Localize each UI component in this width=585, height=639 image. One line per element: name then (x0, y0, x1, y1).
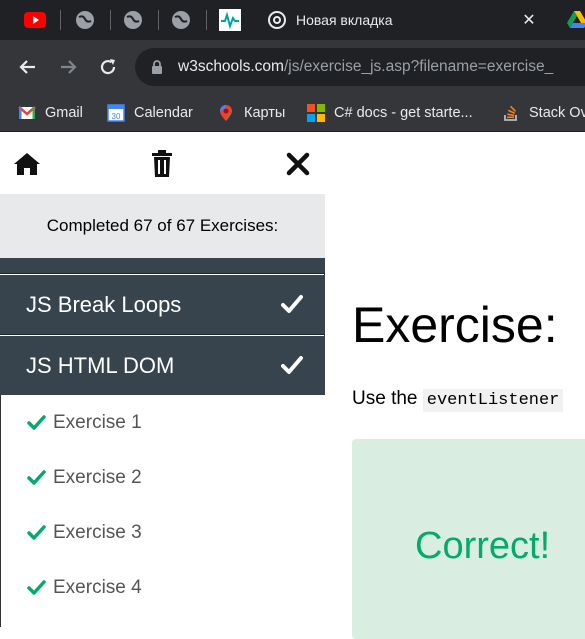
url-host: w3schools.com (178, 58, 284, 75)
tab-youtube[interactable] (20, 0, 50, 40)
section-js-html-dom[interactable]: JS HTML DOM (0, 336, 325, 396)
section-label: JS Break Loops (26, 291, 182, 317)
forward-button[interactable] (54, 53, 82, 81)
instruction-code: eventListener (422, 389, 564, 412)
gmail-icon (18, 106, 36, 119)
exercise-item-2[interactable]: Exercise 2 (1, 450, 324, 505)
exercise-label: Exercise 1 (53, 411, 142, 433)
bookmark-label: Gmail (45, 105, 83, 121)
back-button[interactable] (14, 53, 42, 81)
result-text: Correct! (415, 525, 551, 567)
youtube-icon (24, 12, 46, 28)
tab-title: Новая вкладка (296, 12, 393, 28)
arrow-right-icon (61, 60, 77, 74)
activity-icon (219, 9, 241, 31)
tab-globe-1[interactable] (70, 0, 100, 40)
close-button[interactable] (283, 149, 313, 179)
bookmark-calendar[interactable]: 30 Calendar (107, 94, 193, 132)
check-icon (281, 356, 303, 374)
tab-separator (110, 10, 111, 30)
home-button[interactable] (12, 149, 42, 179)
tab-drive[interactable] (562, 0, 585, 40)
sidebar-icon-bar (0, 132, 325, 194)
section-list-top (0, 258, 325, 274)
bookmark-stackoverflow[interactable]: Stack Ov (502, 94, 585, 132)
maps-icon (220, 105, 232, 121)
instruction-text: Use the (352, 388, 418, 409)
bookmark-csharp-docs[interactable]: C# docs - get starte... (307, 94, 473, 132)
bookmark-label: C# docs - get starte... (334, 105, 473, 121)
completed-text: Completed 67 of 67 Exercises: (46, 216, 279, 235)
tab-new-tab[interactable]: Новая вкладка ✕ (254, 0, 557, 40)
browser-toolbar: w3schools.com/js/exercise_js.asp?filenam… (0, 40, 585, 94)
completed-summary: Completed 67 of 67 Exercises: (0, 194, 325, 258)
bookmarks-bar: Gmail 30 Calendar Карты C# docs - get st… (0, 94, 585, 132)
microsoft-icon (307, 104, 325, 122)
tab-globe-2[interactable] (118, 0, 148, 40)
bookmark-maps[interactable]: Карты (217, 94, 285, 132)
check-icon (281, 295, 303, 313)
check-icon (27, 578, 47, 598)
delete-button[interactable] (147, 149, 177, 179)
drive-icon (567, 11, 585, 28)
check-icon (27, 468, 47, 488)
browser-tab-strip: Новая вкладка ✕ (0, 0, 585, 40)
main-content: Exercise: Use the eventListener Correct! (326, 132, 585, 639)
exercise-label: Exercise 2 (53, 466, 142, 488)
section-js-break-loops[interactable]: JS Break Loops (0, 275, 325, 335)
tab-globe-3[interactable] (166, 0, 196, 40)
tab-activity[interactable] (215, 0, 245, 40)
tab-separator (60, 10, 61, 30)
exercise-label: Exercise 3 (53, 521, 142, 543)
close-icon (286, 152, 310, 176)
exercise-instruction: Use the eventListener (352, 388, 564, 412)
svg-text:30: 30 (112, 112, 121, 121)
exercise-label: Exercise 4 (53, 576, 142, 598)
exercise-item-4[interactable]: Exercise 4 (1, 560, 324, 615)
bookmark-label: Calendar (134, 105, 193, 121)
globe-icon (76, 11, 94, 29)
exercise-item-1[interactable]: Exercise 1 (1, 395, 324, 450)
section-label: JS HTML DOM (26, 353, 175, 378)
tab-separator (158, 10, 159, 30)
page-title: Exercise: (352, 297, 558, 353)
address-bar[interactable]: w3schools.com/js/exercise_js.asp?filenam… (135, 48, 585, 86)
tab-close-icon[interactable]: ✕ (519, 10, 539, 30)
home-icon (14, 153, 40, 175)
chrome-icon (268, 11, 286, 29)
stackoverflow-icon (504, 105, 517, 121)
globe-icon (172, 11, 190, 29)
trash-icon (152, 150, 172, 177)
tab-separator (206, 10, 207, 30)
arrow-left-icon (19, 60, 35, 74)
bookmark-label: Карты (244, 105, 286, 121)
check-icon (27, 523, 47, 543)
reload-icon (100, 59, 116, 75)
exercise-item-3[interactable]: Exercise 3 (1, 505, 324, 560)
check-icon (27, 413, 47, 433)
reload-button[interactable] (94, 53, 122, 81)
calendar-icon: 30 (107, 104, 125, 122)
exercise-list: Exercise 1 Exercise 2 Exercise 3 Exercis… (0, 395, 325, 627)
result-box: Correct! (352, 439, 585, 639)
exercise-sidebar: Completed 67 of 67 Exercises: JS Break L… (0, 132, 325, 627)
url-path: /js/exercise_js.asp?filename=exercise_ (283, 58, 554, 75)
bookmark-label: Stack Ov (529, 105, 585, 121)
lock-icon (152, 60, 162, 74)
bookmark-gmail[interactable]: Gmail (18, 94, 83, 132)
globe-icon (124, 11, 142, 29)
